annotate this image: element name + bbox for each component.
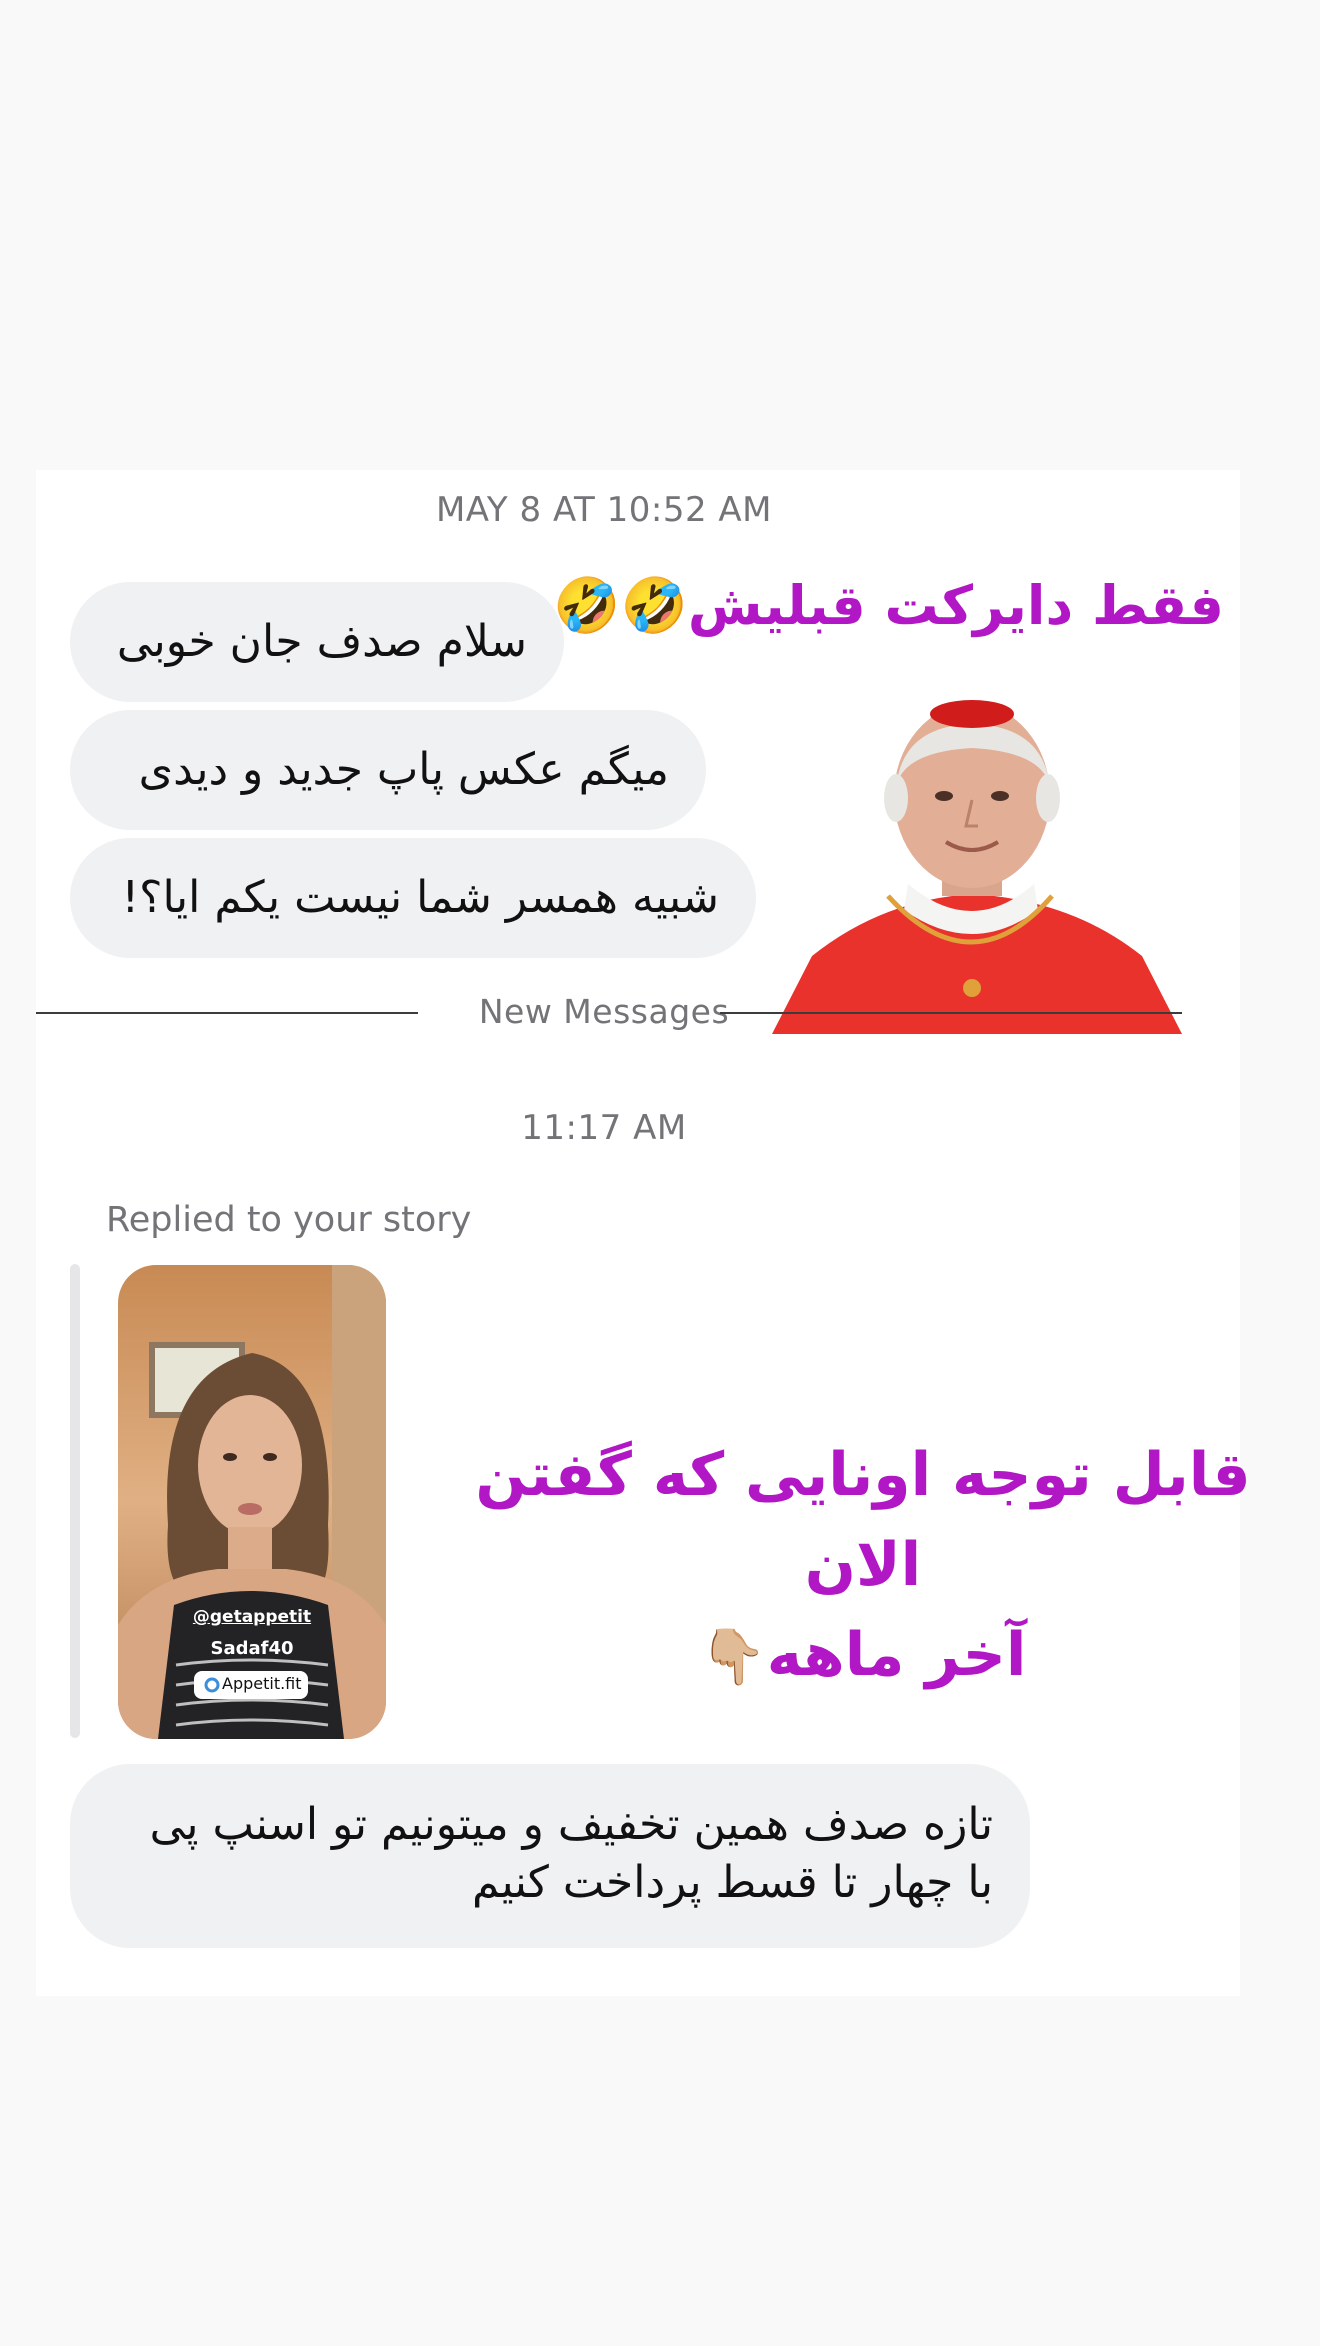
- overlay-caption-middle: قابل توجه اونایی که گفتن الان آخر ماهه👇🏼: [475, 1440, 1251, 1690]
- timestamp: 11:17 AM: [521, 1108, 687, 1148]
- reply-quote-bar: [70, 1264, 80, 1738]
- cardinal-sticker-image: [772, 700, 1182, 1034]
- story-thumbnail[interactable]: @getappetit Sadaf40 Appetit.fit: [118, 1265, 386, 1739]
- story-image: [118, 1265, 386, 1739]
- overlay-caption-top: فقط دایرکت قبلیش🤣🤣: [553, 574, 1224, 637]
- message-bubble[interactable]: میگم عکس پاپ جدید و دیدی: [70, 710, 706, 830]
- divider-line: [720, 1012, 1182, 1014]
- replied-to-story-label: Replied to your story: [106, 1200, 472, 1240]
- message-bubble[interactable]: سلام صدف جان خوبی: [70, 582, 564, 702]
- timestamp: MAY 8 AT 10:52 AM: [435, 490, 773, 530]
- dm-thread-card: MAY 8 AT 10:52 AM سلام صدف جان خوبی میگم…: [36, 470, 1251, 1996]
- story-code: Sadaf40: [210, 1638, 294, 1659]
- message-bubble[interactable]: شبیه همسر شما نیست یکم ایا؟!: [70, 838, 756, 958]
- story-handle: @getappetit: [192, 1607, 312, 1627]
- message-bubble[interactable]: تازه صدف همین تخفیف و میتونیم تو اسنپ پی…: [70, 1764, 1030, 1948]
- story-link-sticker[interactable]: Appetit.fit: [222, 1674, 302, 1693]
